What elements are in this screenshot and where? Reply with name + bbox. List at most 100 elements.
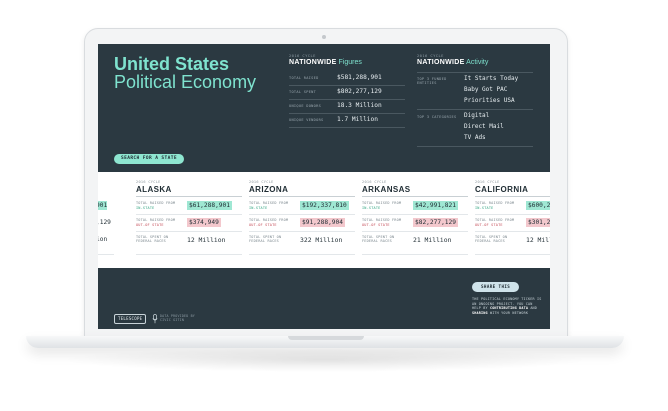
federal-spent-value: 322 Million (300, 236, 343, 244)
project-note: THE POLITICAL ECONOMY TICKER IS AN ONGOI… (472, 297, 546, 315)
card-divider (98, 254, 114, 255)
raised-in-label: TOTAL RAISED FROM (362, 201, 402, 205)
figure-value: 18.3 Million (337, 102, 382, 109)
in-state-value: $600,291 (526, 201, 550, 210)
raised-out-label: TOTAL RAISED FROM (475, 218, 515, 222)
federal-spent-label: TOTAL SPENT ON FEDERAL RACES (362, 235, 395, 244)
card-cycle-label: 2016 CYCLE (136, 180, 161, 184)
figure-label: UNIQUE DONORS (289, 104, 322, 108)
in-state-label: IN-STATE (362, 206, 381, 210)
footer: TELESCOPE DATA PROVIDED BY CIVIC GITIN S… (98, 268, 550, 329)
raised-in-label: TOTAL RAISED FROM (249, 201, 289, 205)
out-state-value: $301,27 (526, 218, 550, 227)
figures-title: NATIONWIDE Figures (289, 58, 362, 67)
note-line: THE POLITICAL ECONOMY TICKER IS (472, 297, 542, 301)
card-divider (362, 231, 468, 232)
share-button[interactable]: SHARE THIS (472, 282, 520, 292)
partial-in-state-value: 901 (98, 201, 108, 210)
note-text: HELP BY (472, 306, 488, 311)
figures-title-rest: Figures (338, 59, 362, 66)
card-divider (362, 214, 468, 215)
raised-in-label: TOTAL RAISED FROM (136, 201, 176, 205)
page-title: United States (114, 54, 230, 74)
laptop-notch (288, 336, 364, 340)
top-categories-label: TOP 3 CATEGORIES (417, 115, 457, 119)
in-state-value: $192,337,810 (300, 201, 349, 210)
funded-entities-label: TOP 3 FUNDED ENTITIES (417, 77, 447, 86)
page-subtitle: Political Economy (114, 72, 257, 92)
card-cycle-label: 2016 CYCLE (475, 180, 500, 184)
sharing-link[interactable]: SHARING (472, 311, 488, 315)
federal-spent-label: TOTAL SPENT ON FEDERAL RACES (136, 235, 169, 244)
figure-label: TOTAL SPENT (289, 90, 317, 94)
state-name: ALASKA (136, 185, 172, 194)
out-state-label: OUT-OF STATE (362, 223, 390, 227)
card-divider (249, 231, 355, 232)
raised-out-label: TOTAL RAISED FROM (362, 218, 402, 222)
state-name: ARIZONA (249, 185, 289, 194)
card-divider (136, 254, 242, 255)
card-divider (249, 214, 355, 215)
laptop-camera (322, 35, 326, 39)
activity-divider (417, 72, 533, 73)
state-card-arkansas[interactable]: 2016 CYCLE ARKANSAS TOTAL RAISED FROM IN… (362, 172, 468, 268)
out-state-value: $82,277,129 (413, 218, 458, 227)
card-divider (136, 196, 242, 197)
contributing-data-link[interactable]: CONTRIBUTING DATA (490, 306, 528, 310)
card-divider (249, 196, 355, 197)
funded-entity: Baby Got PAC (464, 86, 508, 93)
state-cards: 901 ,129 ion 2016 CYCLE ALASKA TOTAL RAI… (98, 172, 550, 268)
out-state-value: $374,949 (187, 218, 221, 227)
hero-panel: United States Political Economy SEARCH F… (98, 44, 550, 172)
activity-title-strong: NATIONWIDE (417, 59, 465, 66)
note-text: AND (530, 306, 538, 311)
federal-spent-value: 12 Million (187, 236, 226, 244)
card-divider (136, 231, 242, 232)
note-line: SHARING WITH YOUR NETWORK (472, 311, 546, 316)
microphone-icon (152, 314, 158, 324)
figure-value: 1.7 Million (337, 116, 378, 123)
figure-value: $802,277,129 (337, 88, 382, 95)
card-divider (362, 254, 468, 255)
activity-title-rest: Activity (466, 59, 489, 66)
state-card-arizona[interactable]: 2016 CYCLE ARIZONA TOTAL RAISED FROM IN-… (249, 172, 355, 268)
category-item: Direct Mail (464, 123, 504, 130)
funded-entity: Priorities USA (464, 97, 515, 104)
federal-spent-label: TOTAL SPENT ON FEDERAL RACES (475, 235, 508, 244)
in-state-value: $61,288,901 (187, 201, 232, 210)
activity-divider (417, 109, 533, 110)
figure-label: TOTAL RAISED (289, 76, 319, 80)
card-divider (475, 214, 550, 215)
card-divider (475, 254, 550, 255)
out-state-value: $91,288,904 (300, 218, 345, 227)
data-provider-credit: DATA PROVIDED BY CIVIC GITIN (160, 314, 195, 323)
category-item: TV Ads (464, 134, 486, 141)
card-divider (136, 214, 242, 215)
activity-title: NATIONWIDE Activity (417, 58, 488, 67)
federal-spent-value: 12 Millio (526, 236, 550, 244)
in-state-label: IN-STATE (475, 206, 494, 210)
telescope-logo[interactable]: TELESCOPE (114, 314, 147, 324)
state-name: CALIFORNIA (475, 185, 529, 194)
state-name: ARKANSAS (362, 185, 411, 194)
screen: United States Political Economy SEARCH F… (98, 44, 550, 329)
raised-out-label: TOTAL RAISED FROM (249, 218, 289, 222)
card-cycle-label: 2016 CYCLE (362, 180, 387, 184)
note-text: WITH YOUR NETWORK (489, 310, 529, 315)
figure-row: TOTAL SPENT $802,277,129 (289, 86, 405, 100)
figure-label: UNIQUE VENDORS (289, 118, 324, 122)
figure-row: UNIQUE DONORS 18.3 Million (289, 100, 405, 114)
in-state-label: IN-STATE (136, 206, 155, 210)
category-item: Digital (464, 112, 490, 119)
activity-divider (417, 146, 533, 147)
figures-title-strong: NATIONWIDE (289, 59, 337, 66)
state-card-alaska[interactable]: 2016 CYCLE ALASKA TOTAL RAISED FROM IN-S… (136, 172, 242, 268)
funded-entity: It Starts Today (464, 75, 519, 82)
partial-federal-value: ion (98, 236, 108, 243)
card-divider (362, 196, 468, 197)
raised-out-label: TOTAL RAISED FROM (136, 218, 176, 222)
search-state-button[interactable]: SEARCH FOR A STATE (114, 154, 184, 164)
figure-row: UNIQUE VENDORS 1.7 Million (289, 114, 405, 128)
state-card-california[interactable]: 2016 CYCLE CALIFORNIA TOTAL RAISED FROM … (475, 172, 550, 268)
raised-in-label: TOTAL RAISED FROM (475, 201, 515, 205)
